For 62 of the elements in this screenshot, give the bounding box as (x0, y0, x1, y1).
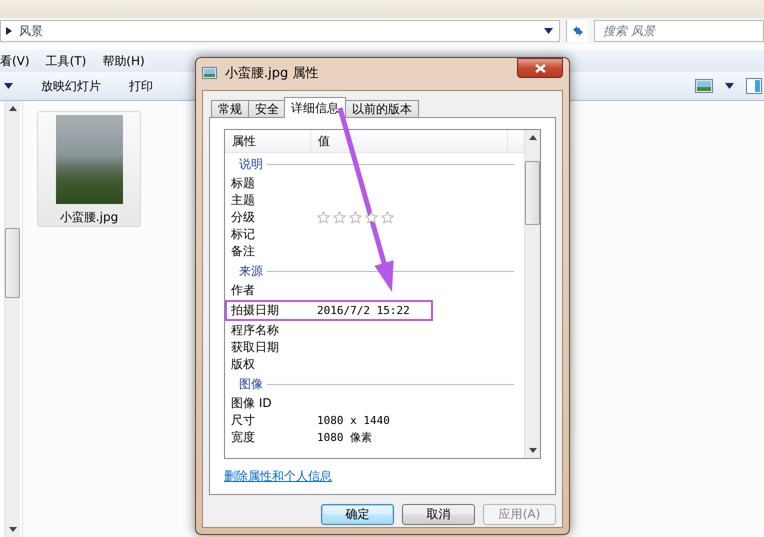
property-name: 版权 (231, 356, 256, 373)
file-tile[interactable]: 小蛮腰.jpg (37, 111, 141, 227)
star-icon (333, 211, 346, 224)
star-icon (317, 211, 330, 224)
menu-item[interactable]: 看(V) (0, 52, 30, 70)
toolbar-button[interactable]: 打印 (129, 78, 153, 94)
property-name: 获取日期 (231, 339, 280, 356)
scroll-down-icon[interactable] (8, 527, 16, 532)
tab[interactable]: 常规 (211, 100, 249, 118)
property-name: 主题 (231, 192, 256, 209)
property-name: 作者 (231, 282, 256, 299)
star-icon (365, 211, 378, 224)
property-name: 拍摄日期 (231, 302, 280, 319)
scrollbar[interactable] (524, 130, 540, 458)
dialog-button[interactable]: 确定 (321, 504, 394, 525)
breadcrumb-arrow-icon (5, 27, 13, 35)
dropdown-caret-icon[interactable] (544, 28, 553, 34)
refresh-arrows-icon (570, 24, 584, 38)
file-name: 小蛮腰.jpg (60, 209, 118, 226)
caret-icon[interactable] (4, 83, 13, 89)
close-button[interactable] (517, 58, 563, 78)
menu-item[interactable]: 工具(T) (46, 52, 86, 70)
property-name: 分级 (231, 209, 256, 226)
close-icon (534, 64, 546, 72)
window-title: 小蛮腰.jpg 属性 (225, 65, 318, 82)
group-label: 说明 (239, 156, 263, 172)
address-bar[interactable]: 风景 (0, 20, 560, 42)
remove-properties-link[interactable]: 删除属性和个人信息 (224, 468, 332, 485)
star-rating[interactable] (317, 211, 394, 224)
scroll-down-icon[interactable] (528, 448, 536, 453)
scroll-up-icon[interactable] (8, 106, 16, 111)
property-name: 宽度 (231, 429, 256, 446)
tab[interactable]: 以前的版本 (345, 100, 419, 118)
breadcrumb[interactable]: 风景 (19, 22, 544, 40)
column-header[interactable]: 属性 (225, 130, 311, 152)
property-name: 图像 ID (231, 395, 273, 412)
property-name: 标题 (231, 175, 256, 192)
property-name: 标记 (231, 226, 256, 243)
group-label: 来源 (239, 262, 263, 280)
search-field[interactable]: 搜索 风景 (594, 20, 764, 42)
scrollbar-thumb[interactable] (525, 161, 540, 225)
property-value: 1080 x 1440 (317, 414, 390, 427)
property-name: 程序名称 (231, 322, 280, 339)
caret-icon[interactable] (725, 83, 734, 89)
scrollbar[interactable] (4, 101, 20, 537)
toolbar-button[interactable]: 放映幻灯片 (41, 78, 101, 94)
property-value: 2016/7/2 15:22 (317, 304, 410, 317)
scroll-up-icon[interactable] (528, 135, 536, 140)
tab[interactable]: 详细信息 (284, 97, 346, 118)
property-name: 备注 (231, 243, 256, 260)
image-file-icon (202, 67, 217, 79)
preview-pane-icon[interactable] (746, 78, 762, 94)
star-icon (381, 211, 394, 224)
group-label: 图像 (239, 376, 263, 392)
scrollbar-thumb[interactable] (5, 228, 20, 298)
star-icon (349, 211, 362, 224)
menu-item[interactable]: 帮助(H) (102, 52, 145, 70)
property-value: 1080 像素 (317, 430, 372, 445)
property-name: 尺寸 (231, 412, 256, 429)
dialog-button[interactable]: 取消 (402, 504, 475, 525)
refresh-button[interactable] (566, 20, 588, 42)
view-picture-icon[interactable] (695, 79, 713, 93)
